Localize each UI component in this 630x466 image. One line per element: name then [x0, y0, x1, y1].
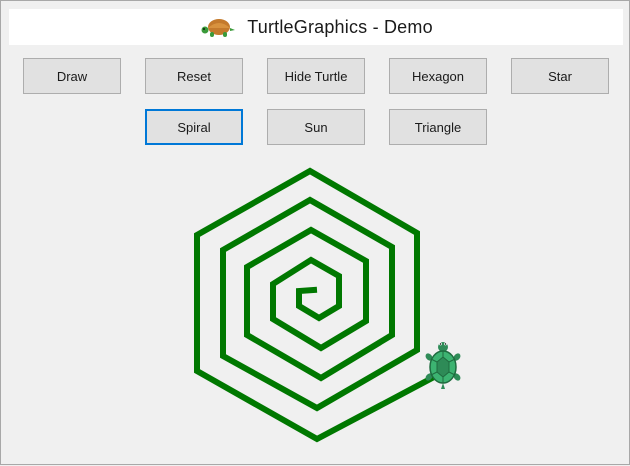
- app-window: TurtleGraphics - Demo Draw Reset Hide Tu…: [0, 0, 630, 465]
- hexagon-button[interactable]: Hexagon: [389, 58, 487, 94]
- window-title: TurtleGraphics - Demo: [247, 16, 433, 37]
- hexagon-button-label: Hexagon: [411, 68, 465, 84]
- triangle-button-label: Triangle: [414, 119, 462, 135]
- spiral-path: [194, 167, 439, 443]
- reset-button[interactable]: Reset: [145, 58, 243, 94]
- draw-button-label: Draw: [56, 68, 88, 84]
- spiral-button[interactable]: Spiral: [145, 109, 243, 145]
- title-bar: TurtleGraphics - Demo: [9, 9, 623, 45]
- triangle-button[interactable]: Triangle: [389, 109, 487, 145]
- sun-button[interactable]: Sun: [267, 109, 365, 145]
- reset-button-label: Reset: [177, 68, 211, 84]
- turtle-icon: [201, 19, 236, 37]
- star-button[interactable]: Star: [511, 58, 609, 94]
- star-button-label: Star: [548, 68, 572, 84]
- hide-turtle-button[interactable]: Hide Turtle: [267, 58, 365, 94]
- hide-turtle-button-label: Hide Turtle: [284, 68, 348, 84]
- sun-button-label: Sun: [304, 119, 328, 135]
- draw-button[interactable]: Draw: [23, 58, 121, 94]
- spiral-button-label: Spiral: [177, 119, 211, 135]
- turtle-icon: [425, 342, 461, 389]
